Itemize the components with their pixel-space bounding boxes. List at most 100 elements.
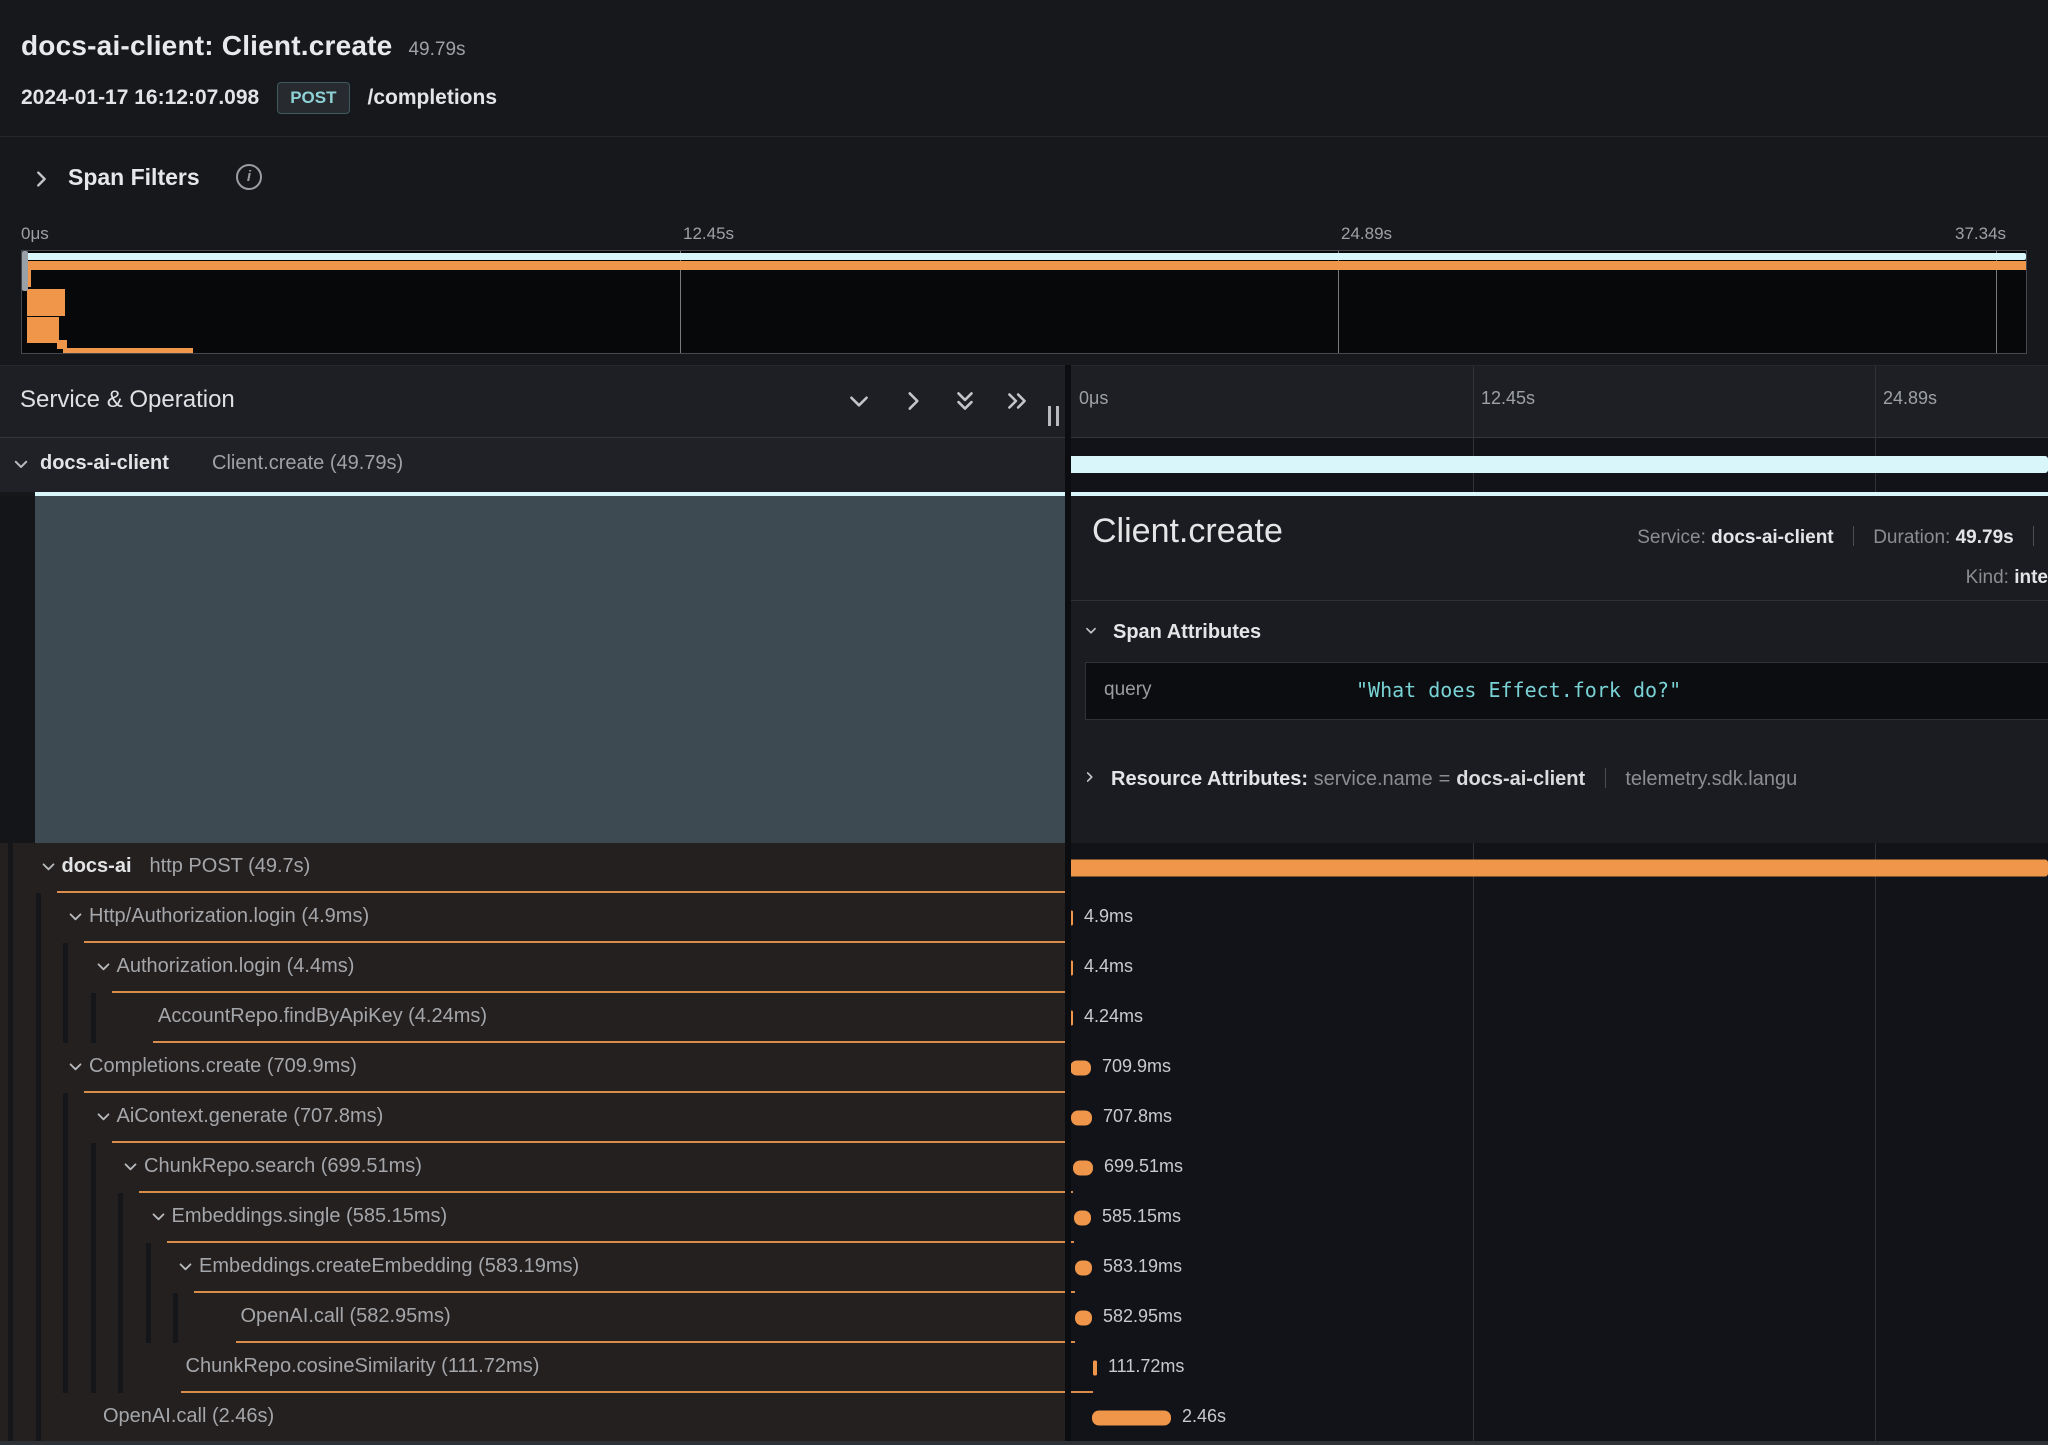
chevron-down-icon[interactable] bbox=[67, 908, 84, 925]
chevron-right-icon[interactable] bbox=[30, 168, 52, 190]
span-bar[interactable] bbox=[1070, 1061, 1091, 1076]
span-row-timeline-cell[interactable]: 2.46s bbox=[1065, 1393, 2048, 1443]
expand-all-icon[interactable] bbox=[1004, 388, 1030, 414]
expand-one-icon[interactable] bbox=[900, 388, 926, 414]
span-row[interactable]: AccountRepo.findByApiKey (4.24ms) 4.24ms bbox=[0, 993, 2048, 1043]
span-filters-section: Span Filters i bbox=[0, 138, 2048, 222]
span-bar[interactable] bbox=[1071, 1111, 1092, 1126]
columns-header: Service & Operation 0μs12.45s24.89s bbox=[0, 365, 2048, 438]
span-row-label-cell[interactable]: Embeddings.createEmbedding (583.19ms) bbox=[0, 1243, 1065, 1293]
span-bar[interactable] bbox=[1092, 1411, 1171, 1426]
column-resize-handle[interactable] bbox=[1048, 406, 1059, 426]
span-filters-label[interactable]: Span Filters bbox=[68, 164, 200, 191]
indent-guide bbox=[146, 1243, 151, 1293]
chevron-down-icon[interactable] bbox=[95, 958, 112, 975]
span-connector-line bbox=[112, 1141, 1072, 1143]
indent-guide bbox=[8, 893, 13, 943]
span-row-label-cell[interactable]: AiContext.generate (707.8ms) bbox=[0, 1093, 1065, 1143]
span-duration-label: 582.95ms bbox=[1103, 1306, 1182, 1327]
indent-guide bbox=[63, 993, 68, 1043]
indent-guide bbox=[8, 1143, 13, 1193]
span-row-timeline-cell[interactable]: 699.51ms bbox=[1065, 1143, 2048, 1193]
span-row-label-cell[interactable]: Http/Authorization.login (4.9ms) bbox=[0, 893, 1065, 943]
span-operation: AiContext.generate (707.8ms) bbox=[117, 1105, 384, 1128]
chevron-down-icon[interactable] bbox=[1083, 624, 1099, 638]
span-row-label-cell[interactable]: docs-ai http POST (49.7s) bbox=[0, 843, 1065, 893]
span-bar[interactable] bbox=[1074, 1211, 1091, 1226]
span-row-root-label-cell[interactable]: docs-ai-client Client.create (49.79s) bbox=[0, 438, 1065, 492]
span-row-label-cell[interactable]: AccountRepo.findByApiKey (4.24ms) bbox=[0, 993, 1065, 1043]
span-bar[interactable] bbox=[1075, 1311, 1092, 1326]
http-method-badge: POST bbox=[277, 82, 349, 114]
span-bar[interactable] bbox=[1073, 1161, 1093, 1176]
span-row-timeline-cell[interactable]: 111.72ms bbox=[1065, 1343, 2048, 1393]
span-row-label-cell[interactable]: Embeddings.single (585.15ms) bbox=[0, 1193, 1065, 1243]
span-row-timeline-cell[interactable]: 4.4ms bbox=[1065, 943, 2048, 993]
span-row-label-cell[interactable]: ChunkRepo.search (699.51ms) bbox=[0, 1143, 1065, 1193]
span-row-label-cell[interactable]: Completions.create (709.9ms) bbox=[0, 1043, 1065, 1093]
span-row[interactable]: docs-ai http POST (49.7s) bbox=[0, 843, 2048, 893]
trace-minimap[interactable]: 0μs12.45s24.89s37.34s bbox=[0, 222, 2048, 365]
chevron-down-icon[interactable] bbox=[40, 858, 57, 875]
span-row[interactable]: Embeddings.createEmbedding (583.19ms) 58… bbox=[0, 1243, 2048, 1293]
span-row-timeline-cell[interactable]: 4.9ms bbox=[1065, 893, 2048, 943]
chevron-down-icon[interactable] bbox=[177, 1258, 194, 1275]
indent-guide bbox=[118, 1193, 123, 1243]
minimap-viewport-handle[interactable] bbox=[22, 251, 28, 291]
span-row-label-cell[interactable]: OpenAI.call (582.95ms) bbox=[0, 1293, 1065, 1343]
span-row-timeline-cell[interactable]: 709.9ms bbox=[1065, 1043, 2048, 1093]
indent-guide bbox=[8, 1343, 13, 1393]
kind-label: Kind: bbox=[1966, 567, 2009, 588]
span-row-timeline-cell[interactable] bbox=[1065, 843, 2048, 893]
horizontal-scrollbar[interactable] bbox=[0, 1441, 2048, 1445]
span-connector-line bbox=[181, 1391, 1094, 1393]
span-duration-label: 4.4ms bbox=[1084, 956, 1133, 977]
span-row[interactable]: ChunkRepo.cosineSimilarity (111.72ms) 11… bbox=[0, 1343, 2048, 1393]
span-bar[interactable] bbox=[1075, 1261, 1092, 1276]
span-row[interactable]: Http/Authorization.login (4.9ms) 4.9ms bbox=[0, 893, 2048, 943]
span-operation: ChunkRepo.search (699.51ms) bbox=[144, 1155, 422, 1178]
column-divider[interactable] bbox=[1065, 365, 1071, 1445]
span-row-timeline-cell[interactable]: 582.95ms bbox=[1065, 1293, 2048, 1343]
resource-attributes-header[interactable]: Resource Attributes: service.name=docs-a… bbox=[1083, 768, 2048, 791]
span-row[interactable]: AiContext.generate (707.8ms) 707.8ms bbox=[0, 1093, 2048, 1143]
chevron-right-icon[interactable] bbox=[1083, 769, 1097, 785]
chevron-down-icon[interactable] bbox=[122, 1158, 139, 1175]
indent-guide bbox=[36, 1043, 41, 1093]
chevron-down-icon[interactable] bbox=[95, 1108, 112, 1125]
chevron-down-icon[interactable] bbox=[150, 1208, 167, 1225]
span-row[interactable]: OpenAI.call (2.46s) 2.46s bbox=[0, 1393, 2048, 1443]
span-row[interactable]: Authorization.login (4.4ms) 4.4ms bbox=[0, 943, 2048, 993]
span-bar[interactable] bbox=[1093, 1361, 1097, 1376]
info-icon[interactable]: i bbox=[236, 164, 262, 190]
attribute-row[interactable]: query "What does Effect.fork do?" bbox=[1085, 662, 2048, 720]
span-bar[interactable] bbox=[1068, 860, 2048, 877]
span-row-timeline-cell[interactable]: 585.15ms bbox=[1065, 1193, 2048, 1243]
span-row-timeline-cell[interactable]: 4.24ms bbox=[1065, 993, 2048, 1043]
span-duration-label: 707.8ms bbox=[1103, 1106, 1172, 1127]
indent-guide bbox=[8, 1293, 13, 1343]
chevron-down-icon[interactable] bbox=[12, 455, 30, 473]
span-row-label-cell[interactable]: Authorization.login (4.4ms) bbox=[0, 943, 1065, 993]
chevron-down-icon[interactable] bbox=[67, 1058, 84, 1075]
collapse-one-icon[interactable] bbox=[846, 388, 872, 414]
span-bar-root[interactable] bbox=[1068, 456, 2048, 473]
span-duration-label: 4.9ms bbox=[1084, 906, 1133, 927]
minimap-canvas[interactable] bbox=[21, 250, 2027, 354]
span-row-label-cell[interactable]: ChunkRepo.cosineSimilarity (111.72ms) bbox=[0, 1343, 1065, 1393]
span-row-timeline-cell[interactable]: 583.19ms bbox=[1065, 1243, 2048, 1293]
span-attributes-header[interactable]: Span Attributes bbox=[1083, 621, 1261, 644]
span-row-timeline-cell[interactable]: 707.8ms bbox=[1065, 1093, 2048, 1143]
span-duration-label: 2.46s bbox=[1182, 1406, 1226, 1427]
span-row[interactable]: ChunkRepo.search (699.51ms) 699.51ms bbox=[0, 1143, 2048, 1193]
span-row[interactable]: Embeddings.single (585.15ms) 585.15ms bbox=[0, 1193, 2048, 1243]
timeline-tick: 0μs bbox=[1079, 388, 1108, 409]
span-row[interactable]: Completions.create (709.9ms) 709.9ms bbox=[0, 1043, 2048, 1093]
service-value: docs-ai-client bbox=[1711, 527, 1833, 548]
trace-header: docs-ai-client: Client.create 49.79s 202… bbox=[0, 0, 2048, 137]
collapse-all-icon[interactable] bbox=[952, 388, 978, 414]
span-row-label-cell[interactable]: OpenAI.call (2.46s) bbox=[0, 1393, 1065, 1443]
indent-guide bbox=[63, 943, 68, 993]
span-row[interactable]: OpenAI.call (582.95ms) 582.95ms bbox=[0, 1293, 2048, 1343]
span-row-root[interactable]: docs-ai-client Client.create (49.79s) bbox=[0, 438, 2048, 492]
